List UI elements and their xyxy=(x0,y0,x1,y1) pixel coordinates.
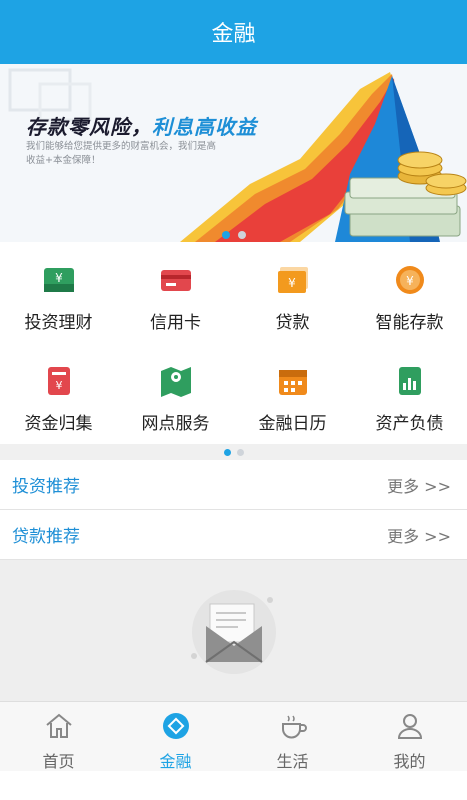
finance-icon xyxy=(160,710,192,742)
invest-recommend-title: 投资推荐 xyxy=(12,477,80,497)
svg-text:¥: ¥ xyxy=(406,274,414,288)
invest-recommend-row[interactable]: 投资推荐 更多 >> xyxy=(0,460,467,510)
tab-life[interactable]: 生活 xyxy=(234,702,351,772)
grid-label: 投资理财 xyxy=(24,313,93,333)
empty-mail-icon xyxy=(191,590,276,674)
tab-mine[interactable]: 我的 xyxy=(351,702,467,772)
tab-label: 生活 xyxy=(276,752,309,771)
tab-finance[interactable]: 金融 xyxy=(117,702,234,772)
coin-icon: ¥ xyxy=(390,260,430,300)
grid-label: 智能存款 xyxy=(375,313,444,333)
grid-label: 网点服务 xyxy=(141,414,210,434)
grid-page-dot-active[interactable] xyxy=(223,448,231,456)
tab-label: 金融 xyxy=(159,752,192,771)
banner-title-part1: 存款零风险， xyxy=(26,115,152,139)
home-icon xyxy=(43,710,75,742)
fund-collect-icon: ¥ xyxy=(39,361,79,401)
grid-label: 资金归集 xyxy=(24,414,93,434)
promo-banner[interactable]: 存款零风险，利息高收益 我们能够给您提供更多的财富机会，我们是高收益+本金保障！ xyxy=(0,64,467,242)
svg-text:¥: ¥ xyxy=(288,276,296,290)
invest-more-link[interactable]: 更多 >> xyxy=(387,473,451,497)
grid-label: 信用卡 xyxy=(150,313,201,333)
grid-page-dot[interactable] xyxy=(236,448,244,456)
loan-recommend-row[interactable]: 贷款推荐 更多 >> xyxy=(0,510,467,560)
grid-item-invest[interactable]: ¥ 投资理财 xyxy=(0,242,117,343)
grid-pagination xyxy=(0,444,467,460)
tab-label: 我的 xyxy=(393,752,426,771)
calendar-icon xyxy=(273,361,313,401)
svg-text:¥: ¥ xyxy=(55,271,63,285)
page-title: 金融 xyxy=(211,22,256,47)
loan-recommend-title: 贷款推荐 xyxy=(12,527,80,547)
banner-title-part2: 利息高收益 xyxy=(152,115,257,139)
balance-sheet-icon xyxy=(390,361,430,401)
coffee-cup-icon xyxy=(277,710,309,742)
bottom-spacer xyxy=(0,771,467,800)
grid-label: 金融日历 xyxy=(258,414,327,434)
tab-label: 首页 xyxy=(42,752,75,771)
banner-dot[interactable] xyxy=(238,231,246,239)
banner-dot-active[interactable] xyxy=(222,231,230,239)
credit-card-icon xyxy=(156,260,196,300)
grid-item-loan[interactable]: ¥ 贷款 xyxy=(234,242,351,343)
grid-label: 贷款 xyxy=(275,313,310,333)
grid-item-credit-card[interactable]: 信用卡 xyxy=(117,242,234,343)
map-location-icon xyxy=(156,361,196,401)
grid-item-branch-service[interactable]: 网点服务 xyxy=(117,343,234,444)
grid-item-fund-collect[interactable]: ¥ 资金归集 xyxy=(0,343,117,444)
banner-subtitle: 我们能够给您提供更多的财富机会，我们是高收益+本金保障！ xyxy=(26,141,217,166)
grid-item-smart-deposit[interactable]: ¥ 智能存款 xyxy=(351,242,467,343)
svg-text:¥: ¥ xyxy=(55,379,62,392)
tab-home[interactable]: 首页 xyxy=(0,702,117,772)
grid-item-balance-sheet[interactable]: 资产负债 xyxy=(351,343,467,444)
user-icon xyxy=(394,710,426,742)
empty-state xyxy=(0,560,467,701)
loan-more-link[interactable]: 更多 >> xyxy=(387,523,451,547)
banner-pagination xyxy=(222,231,246,239)
wallet-icon: ¥ xyxy=(39,260,79,300)
banner-title: 存款零风险，利息高收益 xyxy=(26,111,257,140)
feature-grid: ¥ 投资理财 信用卡 ¥ 贷款 ¥ 智能存款 ¥ 资金归集 网点服务 金融日历 … xyxy=(0,242,467,444)
bottom-tab-bar: 首页 金融 生活 我的 xyxy=(0,701,467,771)
app-header: 金融 xyxy=(0,0,467,64)
loan-icon: ¥ xyxy=(273,260,313,300)
grid-item-finance-calendar[interactable]: 金融日历 xyxy=(234,343,351,444)
grid-label: 资产负债 xyxy=(375,414,444,434)
